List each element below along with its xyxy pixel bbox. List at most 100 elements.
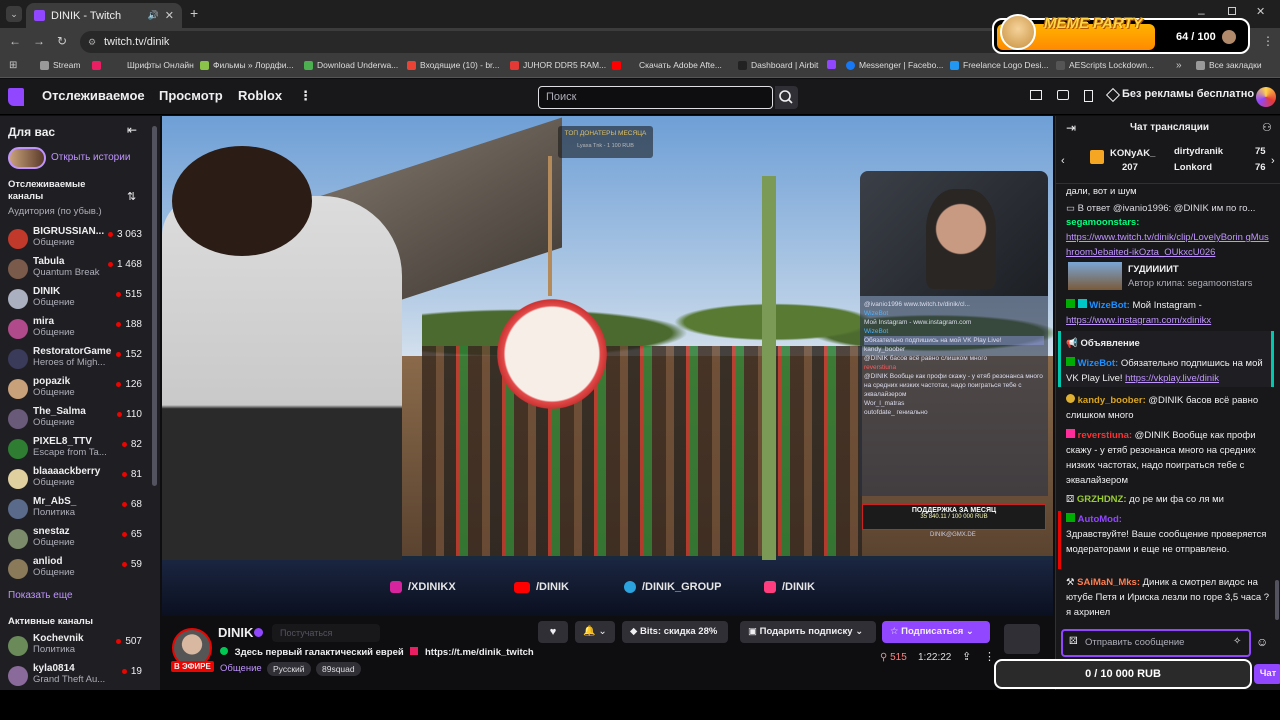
collapse-sidebar-icon[interactable]: ⇤: [127, 123, 137, 137]
tag-89squad[interactable]: 89squad: [316, 662, 361, 676]
collapse-chat-icon[interactable]: ⇥: [1066, 121, 1076, 135]
bookmark-download[interactable]: Download Underwa...: [304, 60, 398, 70]
sidebar-channel-row[interactable]: BIGRUSSIAN... Общение 3 063: [0, 226, 152, 256]
chat-link-instagram[interactable]: https://www.instagram.com/xdinikx: [1066, 313, 1271, 328]
tab-title: DINIK - Twitch: [51, 9, 122, 22]
clip-thumbnail[interactable]: [1068, 262, 1122, 290]
sidebar-channel-row[interactable]: mira Общение 188: [0, 316, 152, 346]
viewer-count: 3 063: [107, 229, 142, 240]
bookmark-airbit[interactable]: Dashboard | Airbit: [738, 60, 818, 70]
search-input[interactable]: Поиск: [538, 86, 773, 109]
ad-free-link[interactable]: Без рекламы бесплатно: [1122, 88, 1254, 100]
sidebar-channel-row[interactable]: Mr_AbS_ Политика 68: [0, 496, 152, 526]
sidebar-channel-row[interactable]: popazik Общение 126: [0, 376, 152, 406]
share-icon[interactable]: ⇪: [962, 650, 971, 663]
browser-menu-icon[interactable]: ⋮: [1262, 34, 1274, 48]
video-player[interactable]: ТОП ДОНАТЕРЫ МЕСЯЦА Lyaxa Tnk - 1 100 RU…: [162, 116, 1053, 616]
channel-category: Общение: [33, 417, 75, 428]
chat-link[interactable]: https://www.twitch.tv/dinik/clip/LovelyB…: [1066, 230, 1271, 260]
site-info-icon[interactable]: ⚙: [88, 31, 96, 53]
bookmark-icon[interactable]: [1084, 90, 1093, 102]
stream-title-link[interactable]: https://t.me/dinik_twitch: [425, 647, 534, 658]
stories-avatar[interactable]: [8, 147, 46, 169]
window-close-button[interactable]: ✕: [1256, 5, 1265, 18]
user-avatar[interactable]: [1256, 87, 1276, 107]
back-icon[interactable]: ←: [9, 34, 21, 48]
sidebar-channel-row[interactable]: anliod Общение 59: [0, 556, 152, 586]
chat-username[interactable]: segamoonstars:: [1066, 215, 1271, 230]
twitch-logo-icon[interactable]: [8, 88, 24, 106]
stream-category[interactable]: Общение: [220, 663, 262, 674]
emote-picker-icon[interactable]: ☺: [1256, 635, 1268, 649]
bookmark-all[interactable]: Все закладки: [1196, 60, 1262, 70]
chat-send-button[interactable]: Чат: [1254, 664, 1280, 684]
show-more-link[interactable]: Показать еще: [8, 590, 73, 601]
chat-users-icon[interactable]: ⚇: [1262, 121, 1272, 134]
sidebar-channel-row[interactable]: PIXEL8_TTV Escape from Ta... 82: [0, 436, 152, 466]
stream-chat-overlay: @ivanio1996 www.twitch.tv/dinik/cl... Wi…: [860, 296, 1048, 496]
bookmark-aescripts[interactable]: AEScripts Lockdown...: [1056, 60, 1154, 70]
sidebar-channel-row[interactable]: Tabula Quantum Break 1 468: [0, 256, 152, 286]
channel-name[interactable]: DINIK: [218, 625, 253, 640]
bits-button[interactable]: ◆ Bits: скидка 28%: [622, 621, 728, 643]
gift-label: Подарить подписку: [759, 626, 853, 637]
search-button[interactable]: [775, 86, 798, 109]
sidebar-channel-row[interactable]: DINIK Общение 515: [0, 286, 152, 316]
chat-badge-icon[interactable]: ⚄: [1069, 636, 1078, 647]
tag-russian[interactable]: Русский: [267, 662, 311, 676]
gift-sub-button[interactable]: ▣ Подарить подписку ⌄: [740, 621, 876, 643]
tab-list-chevron-icon[interactable]: ⌄: [6, 6, 22, 22]
extension-icon[interactable]: [1004, 624, 1040, 654]
forward-icon[interactable]: →: [33, 34, 45, 48]
bookmark-messenger[interactable]: Messenger | Facebo...: [846, 60, 943, 70]
viewer-count: 152: [116, 349, 142, 360]
reload-icon[interactable]: ↻: [57, 34, 67, 48]
leaderboard-next-icon[interactable]: ›: [1271, 155, 1275, 167]
nav-following[interactable]: Отслеживаемое: [42, 88, 145, 103]
more-bookmarks-icon[interactable]: »: [1176, 60, 1182, 71]
browser-tab-active[interactable]: DINIK - Twitch 🔊 ✕: [26, 3, 182, 28]
bookmark-adobe[interactable]: Скачать Adobe Afte...: [612, 60, 722, 70]
sidebar-channel-row[interactable]: The_Salma Общение 110: [0, 406, 152, 436]
channel-avatar: [8, 499, 28, 519]
inbox-icon[interactable]: [1030, 90, 1042, 100]
window-maximize-button[interactable]: [1228, 7, 1236, 15]
sort-icon[interactable]: ⇅: [127, 190, 136, 203]
apps-icon[interactable]: ⊞: [9, 60, 17, 71]
more-options-icon[interactable]: ⋮: [984, 650, 995, 663]
nav-browse[interactable]: Просмотр: [159, 88, 223, 103]
sidebar-active-channel-row[interactable]: Kochevnik Политика 507: [0, 633, 152, 663]
sidebar-scrollbar[interactable]: [152, 126, 157, 486]
bookmark-films[interactable]: Фильмы » Лордфи...: [200, 60, 294, 70]
bookmark-fonts[interactable]: Шрифты Онлайн: [92, 60, 194, 70]
bookmark-gmail[interactable]: Входящие (10) - br...: [407, 60, 500, 70]
tab-audio-icon[interactable]: 🔊: [148, 10, 159, 21]
knock-button[interactable]: Постучаться: [272, 624, 380, 642]
sidebar-channel-row[interactable]: blaaaackberry Общение 81: [0, 466, 152, 496]
subscribe-button[interactable]: ☆ Подписаться ⌄: [882, 621, 990, 643]
sidebar-channel-row[interactable]: RestoratorGame Heroes of Migh... 152: [0, 346, 152, 376]
bookmark-twitch[interactable]: [827, 60, 836, 69]
nav-more-icon[interactable]: ⋮: [299, 88, 312, 104]
chat-input[interactable]: ⚄ Отправить сообщение ✧: [1061, 629, 1251, 657]
prime-gem-icon[interactable]: [1105, 87, 1121, 103]
social-instagram: /XDINIKX: [390, 581, 456, 593]
whispers-icon[interactable]: [1057, 90, 1069, 100]
chat-scrollbar[interactable]: [1275, 580, 1279, 620]
new-tab-button[interactable]: +: [190, 6, 198, 20]
open-stories-link[interactable]: Открыть истории: [51, 152, 130, 163]
sidebar-active-channel-row[interactable]: kyla0814 Grand Theft Au... 19: [0, 663, 152, 693]
url-field[interactable]: ⚙ twitch.tv/dinik: [80, 31, 1020, 53]
bookmark-stream[interactable]: Stream: [40, 60, 80, 70]
site-icon: [738, 60, 747, 70]
bookmark-freelance[interactable]: Freelance Logo Desi...: [950, 60, 1049, 70]
bits-cheer-icon[interactable]: ✧: [1233, 636, 1241, 647]
tab-close-icon[interactable]: ✕: [165, 9, 174, 22]
live-dot-icon: [121, 668, 127, 674]
leaderboard-prev-icon[interactable]: ‹: [1061, 155, 1065, 167]
follow-heart-button[interactable]: ♥: [538, 621, 568, 643]
notifications-button[interactable]: 🔔 ⌄: [575, 621, 615, 643]
bookmark-ram[interactable]: JUHOR DDR5 RAM...: [510, 60, 606, 70]
nav-roblox[interactable]: Roblox: [238, 88, 282, 103]
sidebar-channel-row[interactable]: snestaz Общение 65: [0, 526, 152, 556]
